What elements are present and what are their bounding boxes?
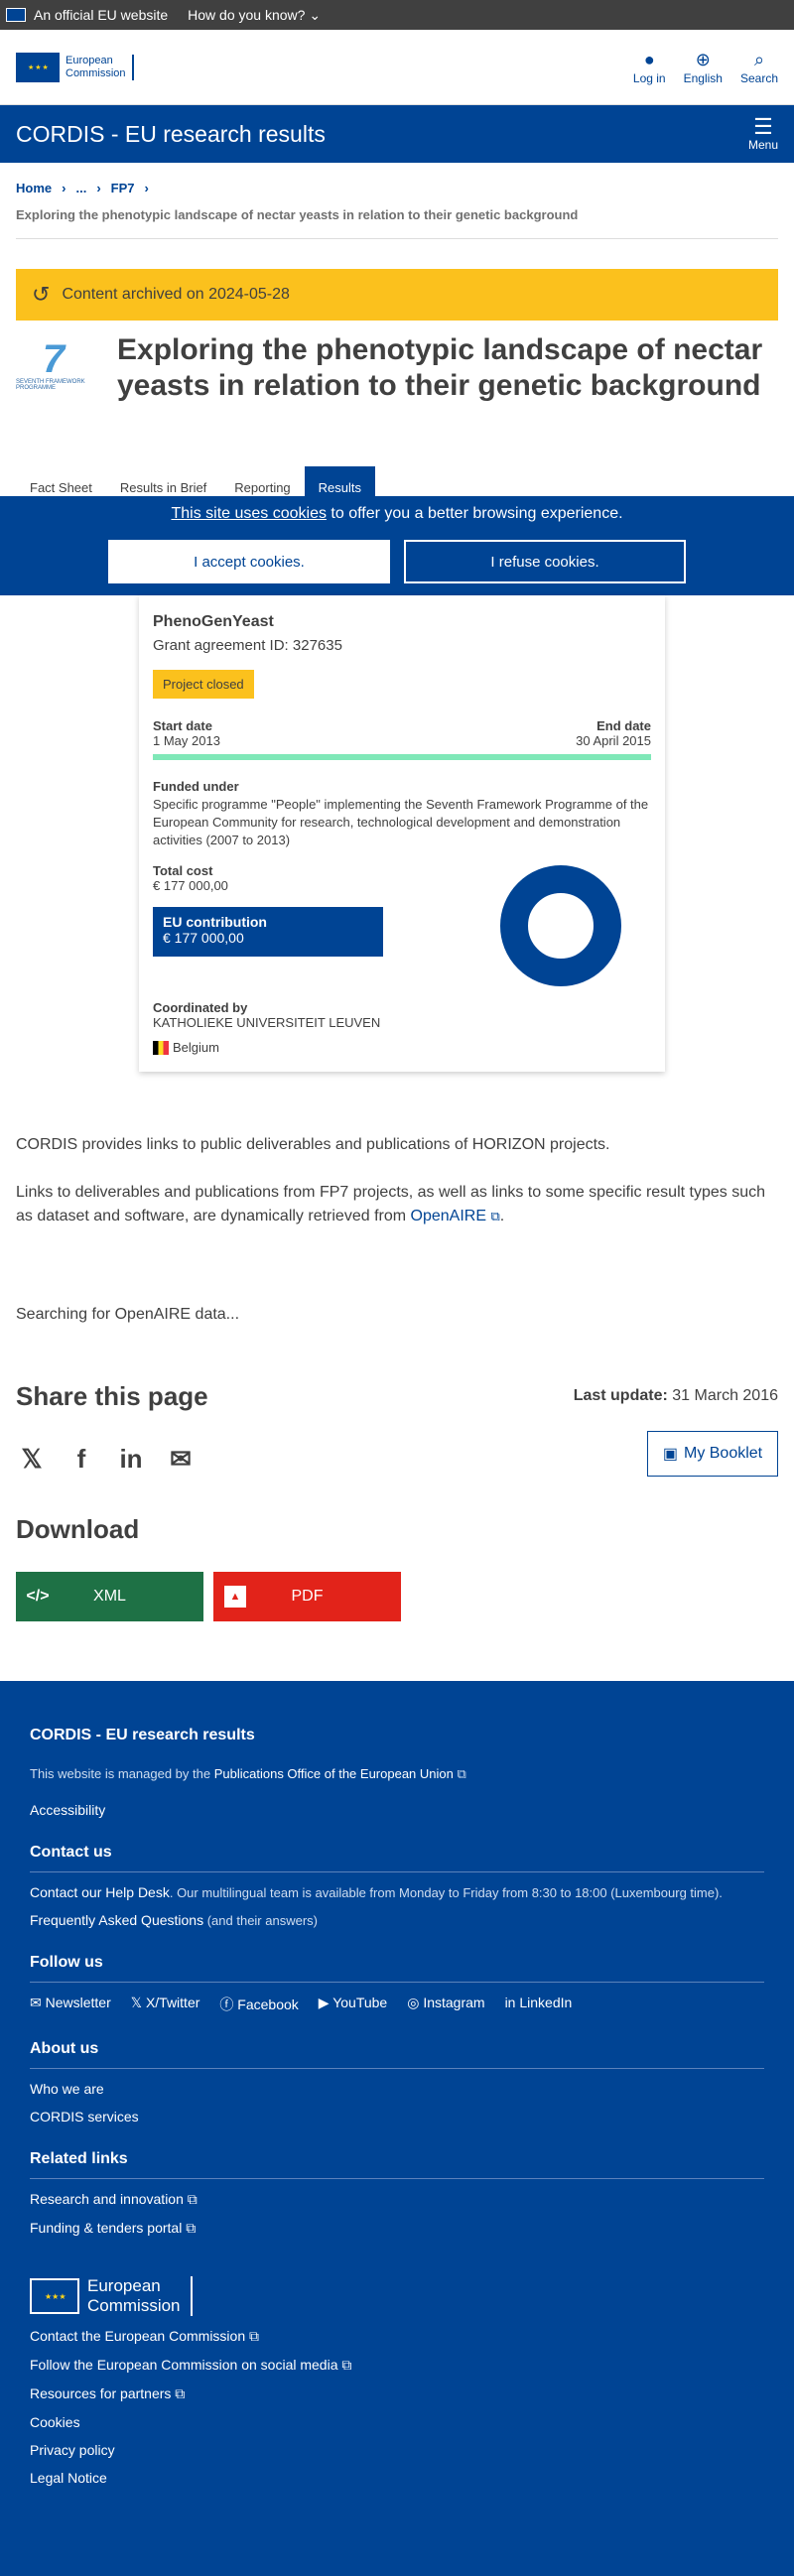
booklet-icon: ▣ xyxy=(662,1446,678,1463)
coordinator[interactable]: KATHOLIEKE UNIVERSITEIT LEUVEN xyxy=(153,1015,651,1030)
research-innovation-link[interactable]: Research and innovation ⧉ xyxy=(30,2191,764,2208)
tab-results[interactable]: Results xyxy=(304,466,376,498)
eu-flag-icon xyxy=(6,8,26,22)
history-icon: ↺ xyxy=(32,282,51,307)
twitter-link[interactable]: 𝕏 X/Twitter xyxy=(131,1995,200,2014)
who-we-are-link[interactable]: Who we are xyxy=(30,2081,764,2097)
publications-office-link[interactable]: Publications Office of the European Unio… xyxy=(214,1766,454,1781)
footer: CORDIS - EU research results This websit… xyxy=(0,1681,794,2576)
openaire-link[interactable]: OpenAIRE ⧉ xyxy=(411,1208,500,1224)
page-title: Exploring the phenotypic landscape of ne… xyxy=(117,333,763,402)
linkedin-icon[interactable]: in xyxy=(115,1444,147,1475)
ec-footer-logo[interactable]: EuropeanCommission xyxy=(30,2276,764,2316)
project-card: PhenoGenYeast Grant agreement ID: 327635… xyxy=(139,595,665,1072)
site-bar: CORDIS - EU research results ☰ Menu xyxy=(0,105,794,163)
chevron-right-icon: › xyxy=(144,181,149,195)
language-button[interactable]: ⊕ English xyxy=(684,50,723,85)
eu-flag-icon xyxy=(16,52,60,82)
follow-ec-link[interactable]: Follow the European Commission on social… xyxy=(30,2357,764,2374)
accessibility-link[interactable]: Accessibility xyxy=(30,1802,764,1818)
fp7-logo: 7 SEVENTH FRAMEWORK PROGRAMME xyxy=(16,337,85,391)
cordis-services-link[interactable]: CORDIS services xyxy=(30,2109,764,2125)
belgium-flag-icon xyxy=(153,1040,169,1055)
eu-top-bar: An official EU website How do you know? … xyxy=(0,0,794,30)
share-icons: 𝕏 f in ✉ xyxy=(16,1444,197,1475)
project-acronym: PhenoGenYeast xyxy=(153,613,274,630)
follow-heading: Follow us xyxy=(30,1954,764,1983)
login-button[interactable]: ● Log in xyxy=(633,50,666,85)
help-desk-link[interactable]: Contact our Help Desk xyxy=(30,1884,170,1900)
x-twitter-icon[interactable]: 𝕏 xyxy=(16,1444,48,1475)
user-icon: ● xyxy=(643,49,655,69)
menu-button[interactable]: ☰ Menu xyxy=(748,114,778,153)
eu-contribution: EU contribution € 177 000,00 xyxy=(153,907,383,957)
newsletter-link[interactable]: ✉ Newsletter xyxy=(30,1995,111,2014)
breadcrumb: Home › ... › FP7 › xyxy=(0,163,794,195)
code-icon: </> xyxy=(26,1588,50,1605)
cookie-banner: This site uses cookies to offer you a be… xyxy=(0,496,794,595)
cookies-link[interactable]: Cookies xyxy=(30,2414,764,2430)
search-button[interactable]: ⌕ Search xyxy=(740,50,778,85)
breadcrumb-home[interactable]: Home xyxy=(16,181,52,195)
accept-cookies-button[interactable]: I accept cookies. xyxy=(108,540,390,583)
share-title: Share this page xyxy=(16,1381,208,1411)
duration-bar xyxy=(153,754,651,760)
grant-id: Grant agreement ID: 327635 xyxy=(153,637,342,654)
legal-notice-link[interactable]: Legal Notice xyxy=(30,2470,764,2486)
official-label: An official EU website xyxy=(34,7,169,23)
site-header: EuropeanCommission ●Log in ⊕English ⌕Sea… xyxy=(0,30,794,105)
facebook-link[interactable]: ⓕ Facebook xyxy=(219,1995,298,2014)
refuse-cookies-button[interactable]: I refuse cookies. xyxy=(404,540,686,583)
breadcrumb-ellipsis[interactable]: ... xyxy=(75,181,86,195)
end-date: 30 April 2015 xyxy=(576,733,651,748)
privacy-policy-link[interactable]: Privacy policy xyxy=(30,2442,764,2458)
contribution-donut-chart xyxy=(500,865,621,986)
download-xml-button[interactable]: </> XML xyxy=(16,1572,203,1621)
tab-reporting[interactable]: Reporting xyxy=(220,466,304,498)
chevron-right-icon: › xyxy=(62,181,66,195)
contact-ec-link[interactable]: Contact the European Commission ⧉ xyxy=(30,2328,764,2345)
site-title[interactable]: CORDIS - EU research results xyxy=(16,121,326,148)
youtube-link[interactable]: ▶ YouTube xyxy=(319,1995,387,2014)
cookie-link[interactable]: This site uses cookies xyxy=(171,505,327,522)
search-icon: ⌕ xyxy=(753,49,765,69)
related-heading: Related links xyxy=(30,2150,764,2179)
tabs: Fact Sheet Results in Brief Reporting Re… xyxy=(16,466,376,498)
last-update: Last update: 31 March 2016 xyxy=(573,1387,778,1404)
ec-logo[interactable]: EuropeanCommission xyxy=(16,52,134,82)
eu-flag-icon xyxy=(30,2278,79,2314)
about-heading: About us xyxy=(30,2040,764,2069)
email-icon[interactable]: ✉ xyxy=(165,1444,197,1475)
footer-site-title[interactable]: CORDIS - EU research results xyxy=(30,1727,764,1744)
archived-banner: ↺ Content archived on 2024-05-28 xyxy=(16,269,778,321)
hamburger-icon: ☰ xyxy=(753,114,773,139)
country: Belgium xyxy=(173,1040,219,1055)
title-block: 7 SEVENTH FRAMEWORK PROGRAMME Exploring t… xyxy=(0,321,794,404)
breadcrumb-fp7[interactable]: FP7 xyxy=(111,181,135,195)
external-link-icon: ⧉ xyxy=(490,1209,500,1224)
how-know-link[interactable]: How do you know? ⌄ xyxy=(188,7,321,24)
results-text: CORDIS provides links to public delivera… xyxy=(16,1136,766,1224)
download-title: Download xyxy=(16,1514,140,1544)
faq-link[interactable]: Frequently Asked Questions xyxy=(30,1912,203,1928)
start-date: 1 May 2013 xyxy=(153,733,220,748)
funded-under[interactable]: Specific programme "People" implementing… xyxy=(153,796,651,849)
tab-results-in-brief[interactable]: Results in Brief xyxy=(106,466,220,498)
breadcrumb-current: Exploring the phenotypic landscape of ne… xyxy=(16,195,778,239)
chevron-right-icon: › xyxy=(96,181,101,195)
tab-fact-sheet[interactable]: Fact Sheet xyxy=(16,466,106,498)
searching-text: Searching for OpenAIRE data... xyxy=(16,1306,240,1323)
status-badge: Project closed xyxy=(153,670,254,699)
funding-tenders-link[interactable]: Funding & tenders portal ⧉ xyxy=(30,2220,764,2237)
pdf-icon: ▲ xyxy=(224,1586,246,1608)
total-cost: € 177 000,00 xyxy=(153,878,228,893)
facebook-icon[interactable]: f xyxy=(66,1444,97,1475)
linkedin-link[interactable]: in LinkedIn xyxy=(505,1995,573,2014)
download-pdf-button[interactable]: ▲ PDF xyxy=(213,1572,401,1621)
globe-icon: ⊕ xyxy=(695,49,711,69)
resources-partners-link[interactable]: Resources for partners ⧉ xyxy=(30,2385,764,2402)
my-booklet-button[interactable]: ▣ My Booklet xyxy=(647,1431,778,1477)
contact-heading: Contact us xyxy=(30,1844,764,1872)
instagram-link[interactable]: ◎ Instagram xyxy=(407,1995,484,2014)
